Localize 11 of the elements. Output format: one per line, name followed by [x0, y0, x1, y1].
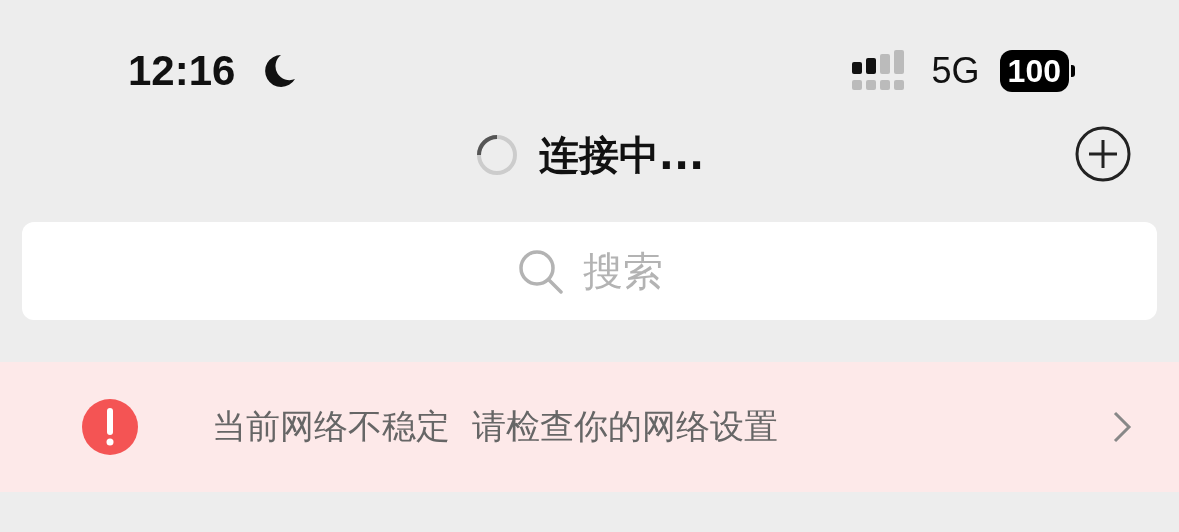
network-warning-banner[interactable]: 当前网络不稳定 请检查你的网络设置 — [0, 362, 1179, 492]
loading-spinner-icon — [474, 133, 519, 177]
warning-message: 当前网络不稳定 请检查你的网络设置 — [212, 405, 779, 448]
add-button[interactable] — [1075, 126, 1131, 182]
search-placeholder: 搜索 — [582, 246, 663, 296]
exclamation-icon — [82, 399, 138, 455]
status-time: 12:16 — [128, 47, 236, 95]
search-icon — [516, 248, 563, 294]
nav-title: 连接中... — [538, 130, 705, 180]
battery-level: 100 — [999, 50, 1069, 92]
network-type: 5G — [931, 50, 980, 92]
